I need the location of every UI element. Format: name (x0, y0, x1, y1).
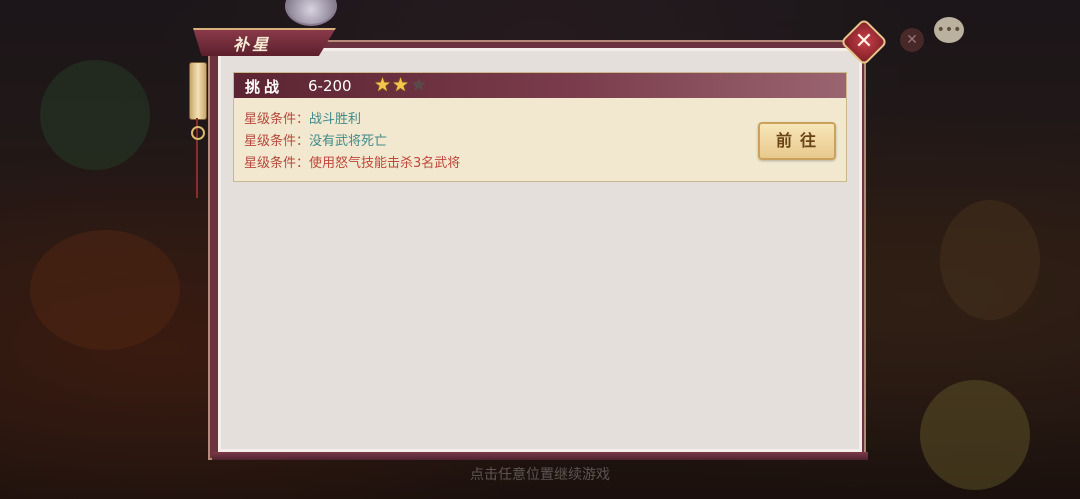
star-condition: 星级条件：使用怒气技能击杀3名武将 (244, 152, 460, 171)
star-filled-icon: ★ (392, 74, 411, 96)
dialog-title: 补星 (232, 35, 271, 54)
condition-value: 没有武将死亡 (309, 134, 388, 149)
condition-value: 战斗胜利 (309, 112, 362, 127)
star-rating: ★★★ (374, 74, 428, 96)
star-empty-icon: ★ (410, 74, 429, 96)
condition-label: 星级条件： (244, 134, 310, 149)
star-filled-icon: ★ (374, 74, 393, 96)
dialog-bottom-bar (212, 452, 868, 460)
condition-label: 星级条件： (244, 156, 310, 171)
close-icon: ✕ (900, 28, 924, 52)
condition-value: 使用怒气技能击杀3名武将 (309, 156, 461, 171)
scroll-ring (191, 126, 205, 140)
continue-hint: 点击任意位置继续游戏 (470, 467, 610, 483)
stage-number: 6-200 (308, 77, 352, 95)
star-condition: 星级条件：没有武将死亡 (244, 130, 387, 149)
scroll-decoration (189, 62, 207, 120)
close-icon[interactable]: ✕ (847, 25, 881, 59)
star-condition: 星级条件：战斗胜利 (244, 108, 361, 127)
challenge-header: 挑战 6-200 ★★★ (234, 73, 846, 98)
chat-bubble-icon[interactable]: ••• (934, 17, 964, 43)
go-button[interactable]: 前往 (758, 122, 836, 160)
challenge-label: 挑战 (245, 78, 284, 96)
condition-label: 星级条件： (244, 112, 310, 127)
challenge-card: 挑战 6-200 ★★★ 星级条件：战斗胜利 星级条件：没有武将死亡 星级条件：… (233, 72, 847, 182)
